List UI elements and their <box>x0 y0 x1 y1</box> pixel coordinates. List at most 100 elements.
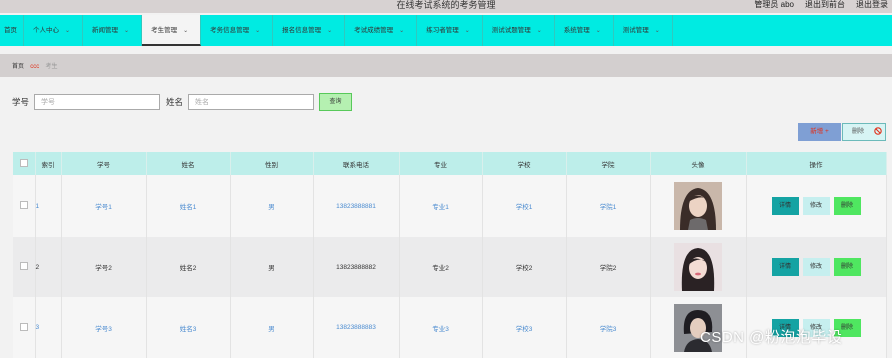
nav-label: 练习者管理 <box>426 27 459 34</box>
nav-label: 测试管理 <box>622 27 649 34</box>
school-cell: 学校3 <box>482 297 567 358</box>
name-cell: 姓名2 <box>146 237 231 297</box>
row-select-cell <box>13 175 36 237</box>
school-cell: 学校2 <box>482 237 567 297</box>
admin-user-label: 管理员 abo <box>754 0 794 9</box>
chevron-down-icon: ⌄ <box>536 28 542 34</box>
nav-label: 考务信息管理 <box>210 27 250 34</box>
row-checkbox[interactable] <box>19 322 28 331</box>
avatar-cell <box>650 175 747 237</box>
edit-button[interactable]: 修改 <box>802 197 830 215</box>
chevron-down-icon: ⌄ <box>399 28 405 34</box>
nav-personal-center[interactable]: 个人中心 ⌄ <box>24 15 84 46</box>
add-button-label: 新增 <box>810 128 824 135</box>
student-id-label: 学号 <box>12 97 30 107</box>
gender-cell: 男 <box>230 297 314 358</box>
column-header: 专业 <box>399 152 483 175</box>
select-all-checkbox[interactable] <box>19 158 28 167</box>
nav-student-management[interactable]: 考生管理 ⌄ <box>142 15 202 46</box>
detail-button[interactable]: 详情 <box>771 197 799 215</box>
student-id-cell: 学号3 <box>61 297 147 358</box>
nav-score-management[interactable]: 考试成绩管理 ⌄ <box>345 15 418 46</box>
avatar <box>674 243 722 291</box>
gender-cell: 男 <box>230 175 314 237</box>
row-checkbox[interactable] <box>19 262 28 270</box>
nav-registration-management[interactable]: 报名信息管理 ⌄ <box>273 15 346 46</box>
nav-label: 系统管理 <box>563 27 590 34</box>
name-cell: 姓名3 <box>146 297 231 358</box>
batch-delete-button[interactable]: 删除 <box>842 123 886 141</box>
avatar <box>674 182 722 230</box>
column-header: 学院 <box>566 152 651 175</box>
column-header: 操作 <box>746 152 887 175</box>
college-cell: 学院1 <box>566 175 651 237</box>
chevron-down-icon: ⌄ <box>654 28 660 34</box>
nav-test-question-management[interactable]: 测试试题管理 ⌄ <box>483 15 555 46</box>
phone-cell: 13823888882 <box>313 237 400 297</box>
chevron-down-icon: ⌄ <box>124 28 130 34</box>
major-cell: 专业3 <box>399 297 483 358</box>
chevron-down-icon: ⌄ <box>183 28 189 34</box>
name-input[interactable] <box>188 94 315 110</box>
column-header: 姓名 <box>146 152 231 175</box>
prohibited-icon <box>874 127 882 135</box>
user-actions: 管理员 abo 退出到前台 退出登录 <box>754 0 888 13</box>
nav-practitioner-management[interactable]: 练习者管理 ⌄ <box>417 15 483 46</box>
watermark: CSDN @粉泡泡毕设 <box>700 329 843 346</box>
row-select-cell <box>13 237 36 297</box>
avatar-cell <box>650 237 747 297</box>
detail-button[interactable]: 详情 <box>771 258 799 276</box>
delete-button-label: 删除 <box>852 129 865 135</box>
chevron-down-icon: ⌄ <box>464 28 470 34</box>
student-id-input[interactable] <box>34 94 161 110</box>
plus-icon: + <box>825 128 829 135</box>
row-index: 2 <box>35 237 62 297</box>
edit-button[interactable]: 修改 <box>802 258 830 276</box>
breadcrumb-separator: ccc <box>30 64 40 70</box>
chevron-down-icon: ⌄ <box>65 28 71 34</box>
nav-test-management[interactable]: 测试管理 ⌄ <box>614 15 673 46</box>
nav-news-management[interactable]: 新闻管理 ⌄ <box>83 15 143 46</box>
student-id-cell: 学号2 <box>61 237 147 297</box>
row-actions-cell: 详情 修改 删除 <box>746 175 887 237</box>
phone-cell: 13823888883 <box>313 297 400 358</box>
delete-button[interactable]: 删除 <box>833 258 861 276</box>
chevron-down-icon: ⌄ <box>595 28 601 34</box>
row-checkbox[interactable] <box>19 201 28 209</box>
school-cell: 学校1 <box>482 175 567 237</box>
row-index: 1 <box>35 175 62 237</box>
top-bar: 在线考试系统的考务管理 管理员 abo 退出到前台 退出登录 <box>0 0 892 13</box>
row-actions-cell: 详情 修改 删除 <box>746 237 887 297</box>
row-index: 3 <box>35 297 62 358</box>
breadcrumb-current: 考生 <box>45 64 58 70</box>
select-all-cell <box>13 152 36 175</box>
add-button[interactable]: 新增 + <box>798 123 841 141</box>
delete-button[interactable]: 删除 <box>833 197 861 215</box>
main-nav: 首页 个人中心 ⌄ 新闻管理 ⌄ 考生管理 ⌄ 考务信息管理 ⌄ 报名信息管理 ⌄ 考试成… <box>0 15 892 46</box>
college-cell: 学院2 <box>566 237 651 297</box>
nav-home[interactable]: 首页 <box>0 15 24 46</box>
chevron-down-icon: ⌄ <box>255 28 261 34</box>
column-header: 性别 <box>230 152 314 175</box>
gender-cell: 男 <box>230 237 314 297</box>
table-row: 2 学号2 姓名2 男 13823888882 专业2 学校2 学院2 详情 修… <box>13 237 887 297</box>
nav-label: 个人中心 <box>33 27 59 34</box>
column-header: 索引 <box>35 152 62 175</box>
major-cell: 专业1 <box>399 175 483 237</box>
breadcrumb-home[interactable]: 首页 <box>12 64 24 70</box>
nav-label: 测试试题管理 <box>491 27 531 34</box>
student-id-cell: 学号1 <box>61 175 147 237</box>
table-row: 1 学号1 姓名1 男 13823888881 专业1 学校1 学院1 详情 修… <box>13 175 887 237</box>
breadcrumb: 首页 ccc 考生 <box>0 54 892 77</box>
nav-label: 新闻管理 <box>92 27 119 34</box>
nav-system-management[interactable]: 系统管理 ⌄ <box>555 15 614 46</box>
exit-to-frontend-link[interactable]: 退出到前台 <box>805 0 845 13</box>
nav-exam-info-management[interactable]: 考务信息管理 ⌄ <box>201 15 274 46</box>
search-form: 学号 姓名 查询 <box>12 93 353 111</box>
nav-label: 报名信息管理 <box>282 27 322 34</box>
query-button[interactable]: 查询 <box>319 93 353 111</box>
major-cell: 专业2 <box>399 237 483 297</box>
column-header: 学校 <box>482 152 567 175</box>
logout-link[interactable]: 退出登录 <box>856 0 888 13</box>
table-header-row: 索引 学号 姓名 性别 联系电话 专业 学校 学院 头像 操作 <box>13 152 887 175</box>
